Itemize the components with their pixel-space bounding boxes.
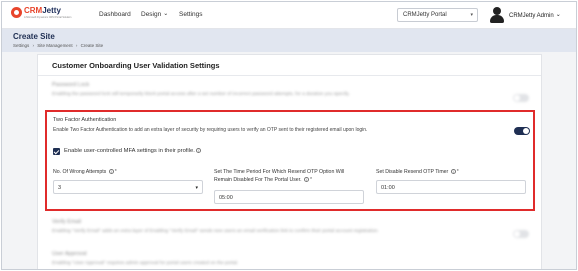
logo-mark bbox=[11, 7, 22, 18]
disable-resend-timer-text: Set Disable Resend OTP Timer bbox=[376, 169, 449, 175]
app-window: CRMJetty A Microsoft Dynamics CRM Portal… bbox=[1, 1, 577, 270]
avatar-body bbox=[490, 15, 504, 23]
avatar-head bbox=[493, 7, 501, 15]
password-lock-label: Password Lock bbox=[52, 82, 90, 88]
nav-settings[interactable]: Settings bbox=[179, 11, 203, 18]
mfa-checkbox-label: Enable user-controlled MFA settings in t… bbox=[64, 147, 201, 155]
breadcrumb-separator: › bbox=[32, 43, 35, 48]
portal-select-value: CRMJetty Portal bbox=[403, 12, 447, 18]
two-factor-section: Two Factor Authentication Enable Two Fac… bbox=[45, 110, 535, 211]
wrong-attempts-value: 3 bbox=[58, 185, 62, 191]
user-name: CRMJetty Admin bbox=[509, 13, 554, 19]
logo-tagline: A Microsoft Dynamics CRM Portal Solution bbox=[24, 16, 72, 19]
logo-wordmark: CRMJetty bbox=[24, 6, 61, 15]
toggle-knob bbox=[514, 231, 520, 237]
info-icon[interactable]: i bbox=[195, 147, 201, 153]
required-asterisk: * bbox=[456, 169, 459, 175]
wrong-attempts-text: No. Of Wrong Attempts bbox=[53, 169, 107, 175]
wrong-attempts-select[interactable]: 3 ▾ bbox=[53, 180, 203, 194]
nav-design-label: Design bbox=[141, 11, 162, 18]
page-title: Create Site bbox=[13, 32, 55, 41]
user-avatar-icon[interactable] bbox=[489, 7, 505, 23]
breadcrumb-separator: › bbox=[75, 43, 78, 48]
breadcrumb-create-site: Create Site bbox=[80, 43, 104, 48]
nav-design[interactable]: Design bbox=[141, 11, 168, 18]
checkbox-checked-icon[interactable] bbox=[53, 148, 60, 155]
info-icon[interactable]: i bbox=[108, 169, 114, 175]
required-asterisk: * bbox=[114, 169, 117, 175]
disable-resend-timer-label: Set Disable Resend OTP Timer i * bbox=[376, 168, 459, 176]
info-icon[interactable]: i bbox=[304, 177, 310, 183]
two-factor-toggle[interactable] bbox=[514, 127, 530, 135]
nav-dashboard[interactable]: Dashboard bbox=[99, 11, 131, 18]
password-lock-toggle[interactable] bbox=[513, 94, 529, 102]
disable-resend-timer-value: 01:00 bbox=[381, 185, 395, 191]
toggle-knob bbox=[523, 128, 529, 134]
resend-disabled-label: Set The Time Period For Which Resend OTP… bbox=[214, 168, 344, 184]
breadcrumb: Settings › Site Management › Create Site bbox=[13, 43, 105, 48]
verify-email-description: Enabling "Verify Email" adds an extra la… bbox=[52, 229, 379, 234]
card-divider bbox=[38, 75, 541, 76]
verify-email-toggle[interactable] bbox=[513, 230, 529, 238]
card-title: Customer Onboarding User Validation Sett… bbox=[52, 61, 220, 70]
toggle-knob bbox=[514, 95, 520, 101]
two-factor-label: Two Factor Authentication bbox=[53, 117, 117, 123]
breadcrumb-settings[interactable]: Settings bbox=[13, 43, 29, 48]
user-approval-description: Enabling "User Approval" requires admin … bbox=[52, 261, 239, 266]
resend-disabled-input[interactable]: 05:00 bbox=[214, 190, 364, 204]
wrong-attempts-label: No. Of Wrong Attempts i * bbox=[53, 168, 117, 176]
breadcrumb-site-management[interactable]: Site Management bbox=[37, 43, 72, 48]
chevron-down-icon: ▾ bbox=[470, 12, 473, 18]
resend-disabled-value: 05:00 bbox=[219, 195, 233, 201]
portal-select[interactable]: CRMJetty Portal ▾ bbox=[397, 8, 478, 22]
user-approval-label: User Approval bbox=[52, 251, 87, 257]
resend-disabled-line1: Set The Time Period For Which Resend OTP… bbox=[214, 169, 345, 175]
verify-email-label: Verify Email bbox=[52, 219, 82, 225]
resend-disabled-line2: Remain Disabled For The Portal User. bbox=[214, 177, 302, 183]
chevron-down-icon: ▾ bbox=[195, 185, 198, 191]
mfa-checkbox-text: Enable user-controlled MFA settings in t… bbox=[64, 148, 195, 154]
crmjetty-logo-icon[interactable]: CRMJetty A Microsoft Dynamics CRM Portal… bbox=[11, 5, 71, 25]
page-header: Create Site Settings › Site Management ›… bbox=[2, 29, 576, 52]
info-icon[interactable]: i bbox=[450, 169, 456, 175]
user-menu[interactable]: CRMJetty Admin bbox=[509, 12, 561, 19]
disable-resend-timer-input[interactable]: 01:00 bbox=[376, 180, 526, 194]
two-factor-description: Enable Two Factor Authentication to add … bbox=[53, 127, 368, 133]
top-navbar: CRMJetty A Microsoft Dynamics CRM Portal… bbox=[2, 2, 576, 29]
password-lock-description: Enabling the password lock will temporar… bbox=[52, 92, 350, 97]
required-asterisk: * bbox=[310, 177, 313, 183]
